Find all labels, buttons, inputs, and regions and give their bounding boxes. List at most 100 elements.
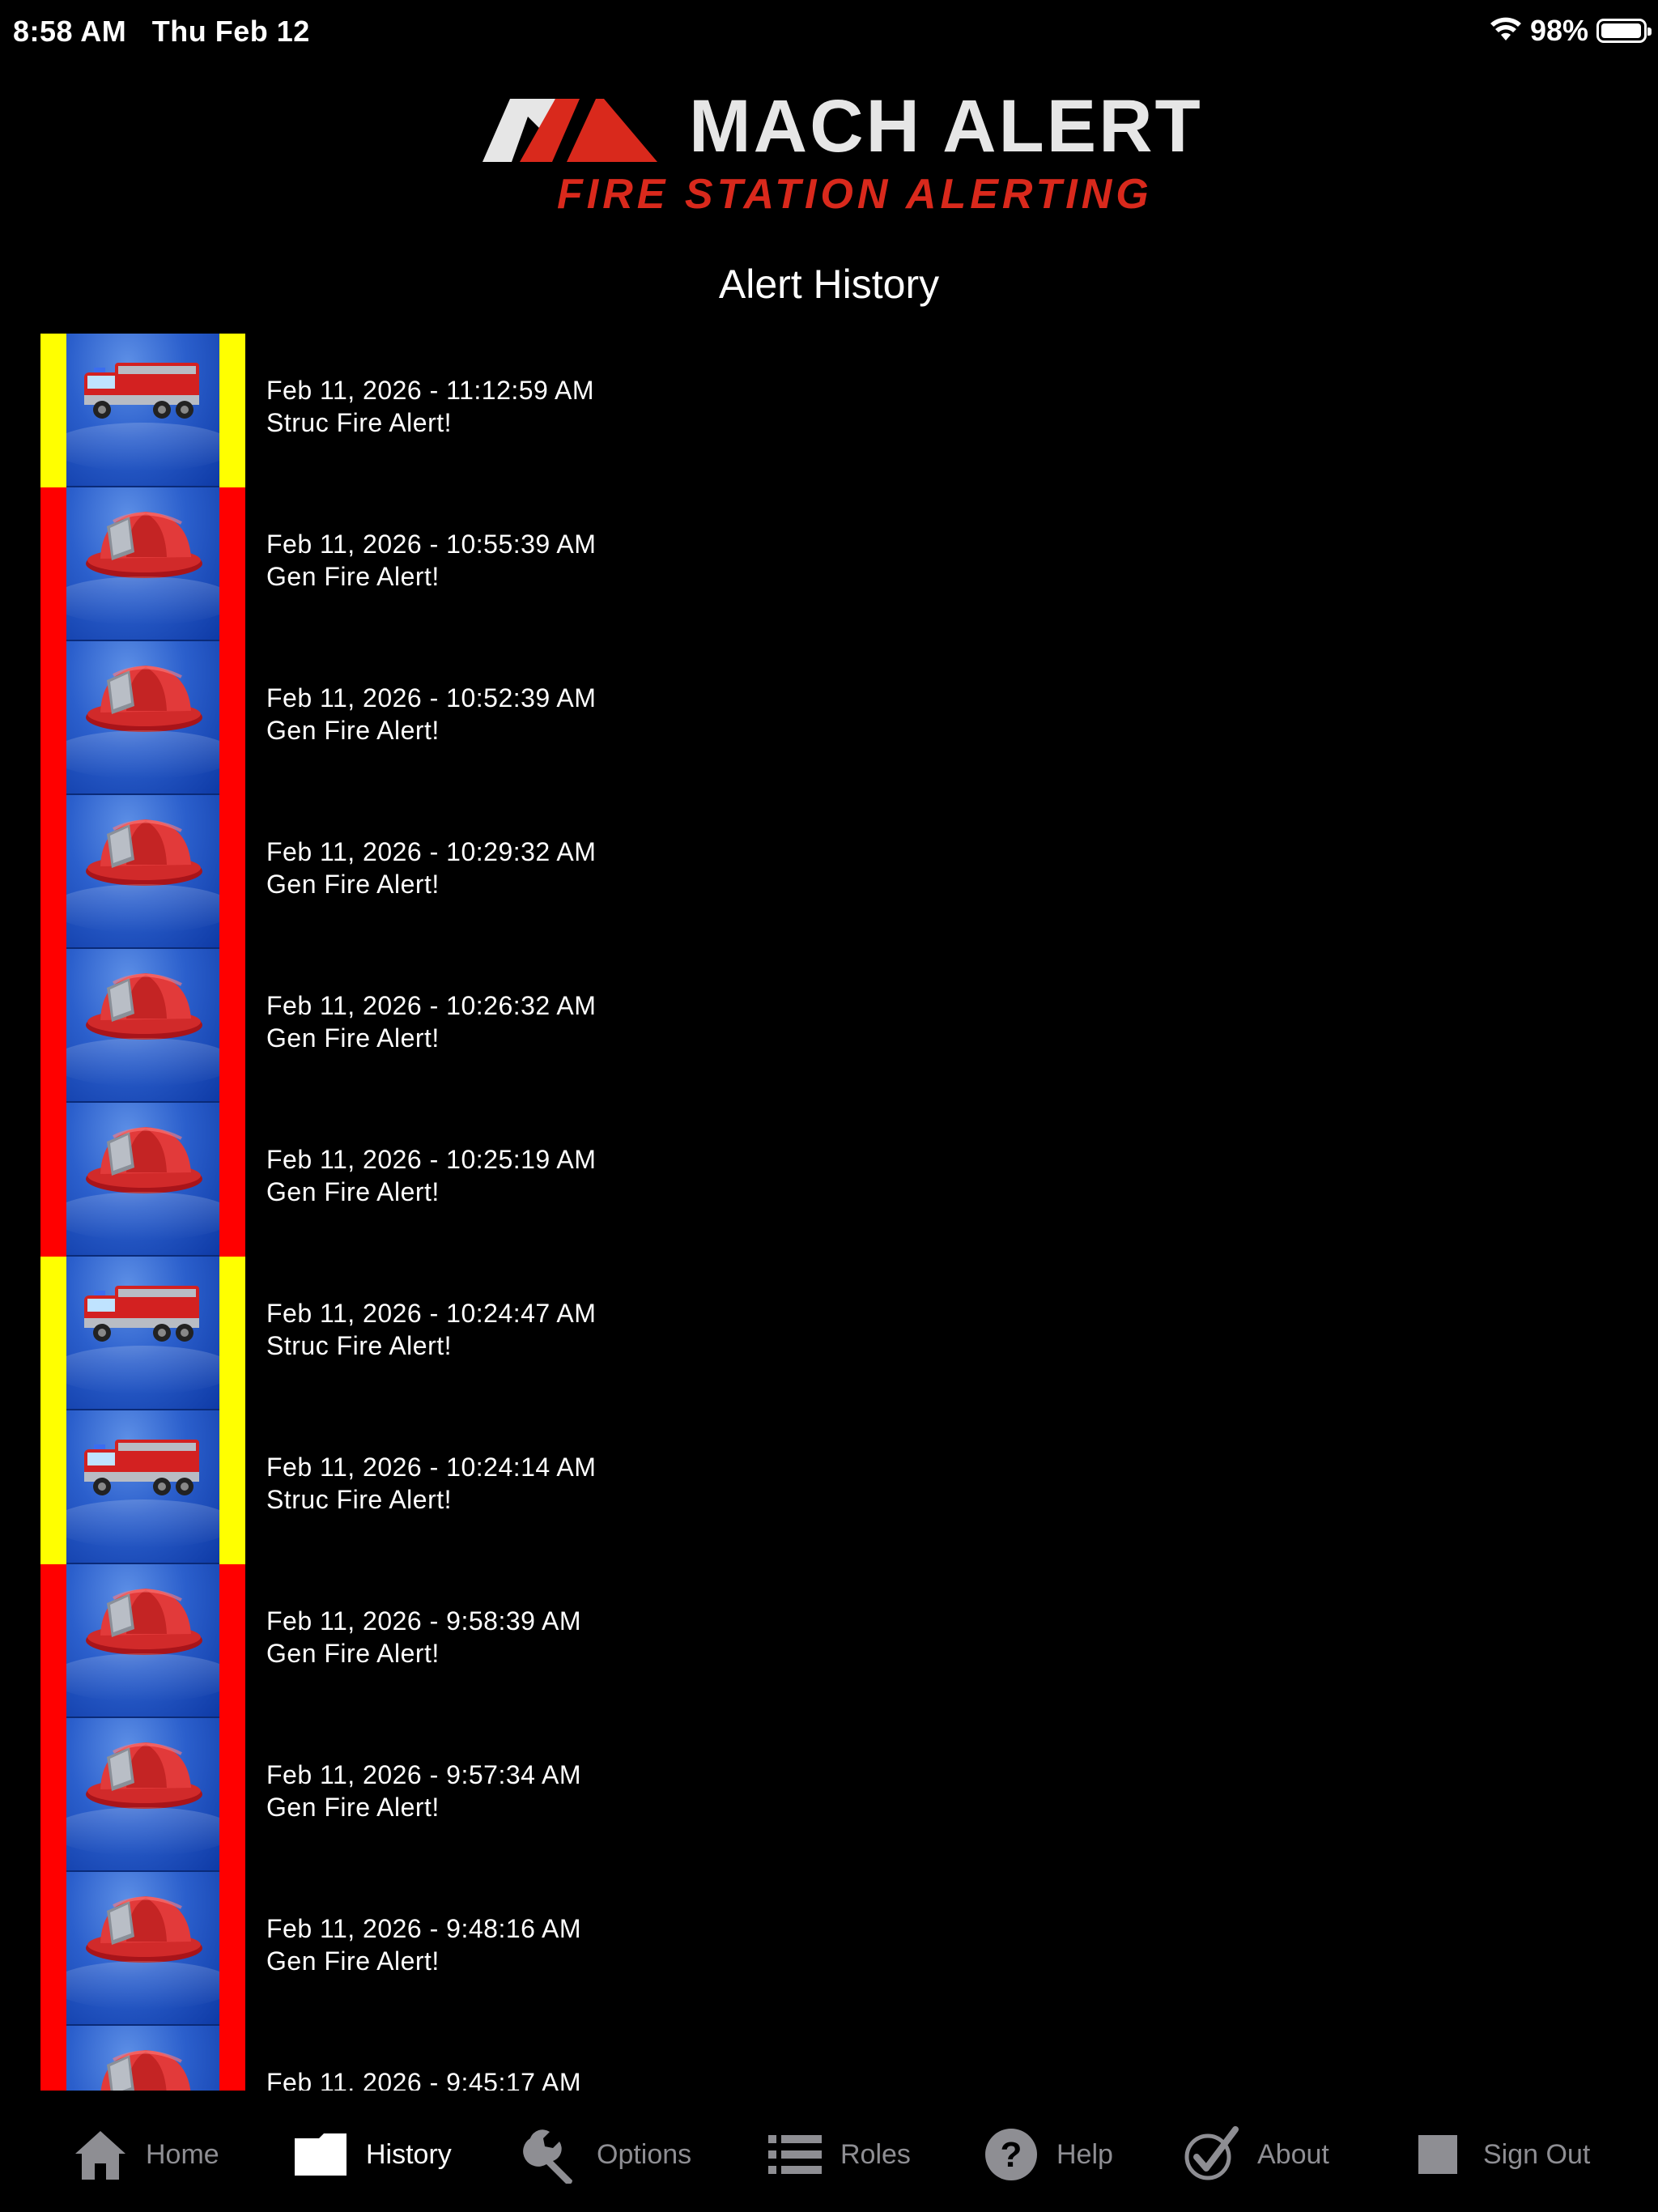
battery-percentage: 98% bbox=[1529, 14, 1588, 47]
alert-thumbnail bbox=[40, 1257, 245, 1410]
alert-image bbox=[66, 795, 219, 949]
alert-stripe bbox=[40, 1103, 66, 1257]
alert-row[interactable]: Feb 11, 2026 - 10:24:14 AM Struc Fire Al… bbox=[40, 1410, 1619, 1564]
alert-row[interactable]: Feb 11, 2026 - 9:45:17 AM bbox=[40, 2026, 1619, 2091]
alert-thumbnail bbox=[40, 2026, 245, 2091]
status-date: Thu Feb 12 bbox=[151, 15, 310, 48]
alert-timestamp: Feb 11, 2026 - 10:52:39 AM bbox=[266, 683, 597, 713]
alert-stripe bbox=[40, 334, 66, 487]
alert-image bbox=[66, 641, 219, 795]
alert-timestamp: Feb 11, 2026 - 10:26:32 AM bbox=[266, 991, 597, 1020]
alert-thumbnail bbox=[40, 1872, 245, 2026]
alert-timestamp: Feb 11, 2026 - 10:55:39 AM bbox=[266, 530, 597, 559]
alert-thumbnail bbox=[40, 949, 245, 1103]
stop-icon bbox=[1409, 2125, 1467, 2184]
alert-stripe bbox=[219, 1103, 245, 1257]
alert-row[interactable]: Feb 11, 2026 - 10:29:32 AM Gen Fire Aler… bbox=[40, 795, 1619, 949]
tab-about[interactable]: About bbox=[1183, 2097, 1329, 2212]
alert-timestamp: Feb 11, 2026 - 9:57:34 AM bbox=[266, 1760, 582, 1789]
alert-history-list[interactable]: Feb 11, 2026 - 11:12:59 AM Struc Fire Al… bbox=[40, 334, 1619, 2091]
alert-image bbox=[66, 1410, 219, 1564]
alert-label: Struc Fire Alert! bbox=[266, 1485, 452, 1514]
alert-thumbnail bbox=[40, 1564, 245, 1718]
alert-label: Struc Fire Alert! bbox=[266, 1331, 452, 1360]
alert-image bbox=[66, 2026, 219, 2091]
tab-history[interactable]: History bbox=[291, 2097, 452, 2212]
tab-help[interactable]: ? Help bbox=[982, 2097, 1113, 2212]
alert-text: Feb 11, 2026 - 9:57:34 AM Gen Fire Alert… bbox=[266, 1759, 581, 1823]
alert-stripe bbox=[40, 795, 66, 949]
alert-thumbnail bbox=[40, 1410, 245, 1564]
folder-icon bbox=[291, 2125, 350, 2184]
status-bar: 8:58 AM Thu Feb 12 98% bbox=[0, 0, 1658, 65]
alert-text: Feb 11, 2026 - 10:29:32 AM Gen Fire Aler… bbox=[266, 836, 596, 900]
alert-thumbnail bbox=[40, 795, 245, 949]
alert-row[interactable]: Feb 11, 2026 - 9:58:39 AM Gen Fire Alert… bbox=[40, 1564, 1619, 1718]
alert-stripe bbox=[40, 1564, 66, 1718]
alert-timestamp: Feb 11, 2026 - 9:48:16 AM bbox=[266, 1914, 582, 1943]
alert-stripe bbox=[219, 1257, 245, 1410]
alert-stripe bbox=[219, 2026, 245, 2091]
alert-row[interactable]: Feb 11, 2026 - 10:55:39 AM Gen Fire Aler… bbox=[40, 487, 1619, 641]
tab-label: Roles bbox=[840, 2138, 911, 2170]
wifi-icon bbox=[1490, 16, 1522, 46]
alert-text: Feb 11, 2026 - 9:58:39 AM Gen Fire Alert… bbox=[266, 1605, 581, 1670]
tab-sign-out[interactable]: Sign Out bbox=[1409, 2097, 1590, 2212]
alert-label: Gen Fire Alert! bbox=[266, 870, 440, 899]
tab-options[interactable]: Options bbox=[522, 2097, 691, 2212]
alert-label: Gen Fire Alert! bbox=[266, 1023, 440, 1053]
tab-label: About bbox=[1257, 2138, 1329, 2170]
alert-timestamp: Feb 11, 2026 - 10:24:47 AM bbox=[266, 1299, 597, 1328]
alert-stripe bbox=[40, 1257, 66, 1410]
alert-row[interactable]: Feb 11, 2026 - 10:26:32 AM Gen Fire Aler… bbox=[40, 949, 1619, 1103]
alert-image bbox=[66, 1564, 219, 1718]
tab-label: History bbox=[366, 2138, 452, 2170]
alert-row[interactable]: Feb 11, 2026 - 10:25:19 AM Gen Fire Aler… bbox=[40, 1103, 1619, 1257]
alert-timestamp: Feb 11, 2026 - 9:45:17 AM bbox=[266, 2068, 582, 2091]
battery-icon bbox=[1596, 19, 1652, 43]
mach-alert-logo-mark bbox=[483, 99, 657, 162]
alert-stripe bbox=[40, 487, 66, 641]
alert-timestamp: Feb 11, 2026 - 11:12:59 AM bbox=[266, 376, 594, 405]
checkmark-icon bbox=[1183, 2125, 1241, 2184]
home-icon bbox=[71, 2125, 130, 2184]
alert-text: Feb 11, 2026 - 9:45:17 AM bbox=[266, 2066, 581, 2091]
alert-label: Gen Fire Alert! bbox=[266, 562, 440, 591]
tab-roles[interactable]: Roles bbox=[766, 2097, 911, 2212]
status-clock: 8:58 AM bbox=[13, 15, 127, 48]
tab-label: Options bbox=[597, 2138, 692, 2170]
battery-level bbox=[1601, 23, 1641, 38]
tab-label: Sign Out bbox=[1483, 2138, 1591, 2170]
alert-timestamp: Feb 11, 2026 - 10:24:14 AM bbox=[266, 1453, 597, 1482]
list-icon bbox=[766, 2125, 824, 2184]
alert-label: Gen Fire Alert! bbox=[266, 1639, 440, 1668]
alert-row[interactable]: Feb 11, 2026 - 11:12:59 AM Struc Fire Al… bbox=[40, 334, 1619, 487]
alert-timestamp: Feb 11, 2026 - 9:58:39 AM bbox=[266, 1606, 582, 1636]
svg-text:?: ? bbox=[1001, 2135, 1022, 2175]
alert-row[interactable]: Feb 11, 2026 - 9:57:34 AM Gen Fire Alert… bbox=[40, 1718, 1619, 1872]
alert-row[interactable]: Feb 11, 2026 - 10:52:39 AM Gen Fire Aler… bbox=[40, 641, 1619, 795]
alert-thumbnail bbox=[40, 1718, 245, 1872]
tab-home[interactable]: Home bbox=[71, 2097, 219, 2212]
mach-alert-logo: MACH ALERT FIRE STATION ALERTING bbox=[483, 85, 1201, 220]
question-icon: ? bbox=[982, 2125, 1040, 2184]
alert-stripe bbox=[219, 1872, 245, 2026]
status-time: 8:58 AM Thu Feb 12 bbox=[13, 15, 310, 49]
alert-row[interactable]: Feb 11, 2026 - 9:48:16 AM Gen Fire Alert… bbox=[40, 1872, 1619, 2026]
alert-stripe bbox=[219, 1564, 245, 1718]
alert-timestamp: Feb 11, 2026 - 10:29:32 AM bbox=[266, 837, 597, 866]
status-indicators: 98% bbox=[1490, 13, 1652, 49]
alert-stripe bbox=[219, 1410, 245, 1564]
wrench-icon bbox=[522, 2125, 580, 2184]
alert-image bbox=[66, 334, 219, 487]
alert-stripe bbox=[40, 2026, 66, 2091]
alert-row[interactable]: Feb 11, 2026 - 10:24:47 AM Struc Fire Al… bbox=[40, 1257, 1619, 1410]
alert-thumbnail bbox=[40, 641, 245, 795]
alert-text: Feb 11, 2026 - 10:52:39 AM Gen Fire Aler… bbox=[266, 682, 596, 747]
alert-text: Feb 11, 2026 - 10:25:19 AM Gen Fire Aler… bbox=[266, 1143, 596, 1208]
alert-text: Feb 11, 2026 - 9:48:16 AM Gen Fire Alert… bbox=[266, 1912, 581, 1977]
logo-subtitle: FIRE STATION ALERTING bbox=[557, 171, 1153, 218]
alert-label: Gen Fire Alert! bbox=[266, 1793, 440, 1822]
alert-image bbox=[66, 1103, 219, 1257]
alert-label: Gen Fire Alert! bbox=[266, 716, 440, 745]
